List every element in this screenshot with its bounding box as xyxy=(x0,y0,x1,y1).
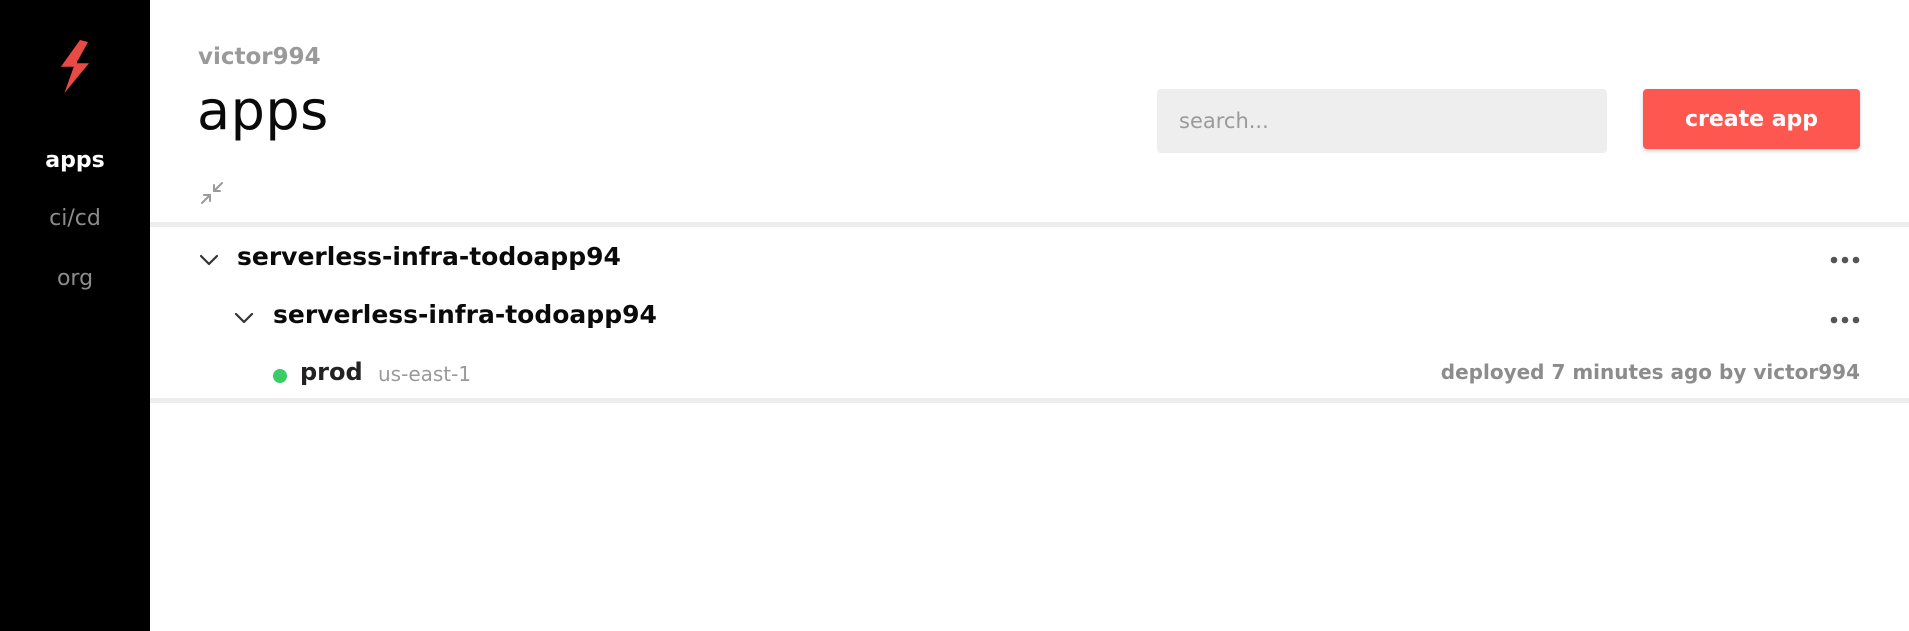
sidebar-item-apps[interactable]: apps xyxy=(0,148,150,173)
status-dot xyxy=(273,369,287,383)
list-divider-bottom xyxy=(150,398,1909,403)
stage-name[interactable]: prod xyxy=(300,358,363,386)
list-divider-top xyxy=(150,222,1909,227)
more-options-icon[interactable] xyxy=(1829,315,1861,325)
deployed-status: deployed 7 minutes ago by victor994 xyxy=(1440,360,1860,384)
page-title: apps xyxy=(197,79,329,142)
org-name: victor994 xyxy=(198,44,321,70)
more-options-icon[interactable] xyxy=(1829,255,1861,265)
create-app-button[interactable]: create app xyxy=(1643,89,1860,149)
chevron-down-icon[interactable] xyxy=(198,249,220,271)
sidebar: apps ci/cd org xyxy=(0,0,150,631)
stage-region: us-east-1 xyxy=(378,362,472,386)
chevron-down-icon[interactable] xyxy=(233,307,255,329)
collapse-all-icon[interactable] xyxy=(199,180,225,206)
service-name[interactable]: serverless-infra-todoapp94 xyxy=(273,300,657,329)
sidebar-item-cicd[interactable]: ci/cd xyxy=(0,206,150,231)
search-input[interactable] xyxy=(1157,89,1607,153)
bolt-logo-icon[interactable] xyxy=(52,38,96,98)
sidebar-item-org[interactable]: org xyxy=(0,266,150,291)
app-name[interactable]: serverless-infra-todoapp94 xyxy=(237,242,621,271)
